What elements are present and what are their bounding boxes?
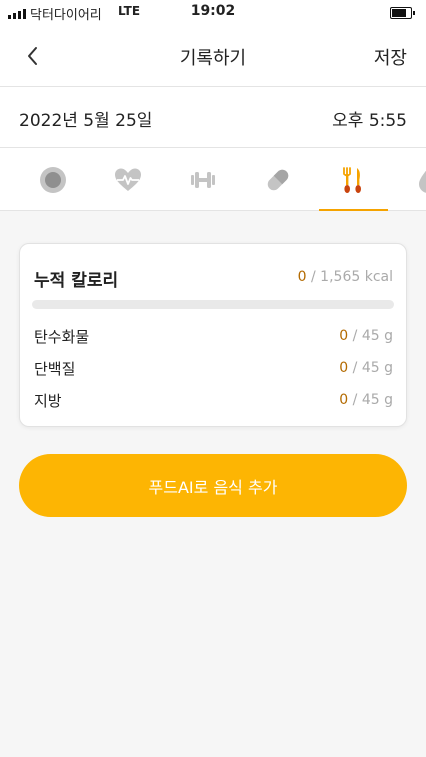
record-date[interactable]: 2022년 5월 25일 — [19, 106, 152, 131]
nutrient-row-fat: 지방 0 / 45 g — [34, 390, 393, 410]
page-title: 기록하기 — [179, 48, 247, 69]
nutrient-row-carbs: 탄수화물 0 / 45 g — [34, 326, 393, 346]
tab-circle[interactable] — [33, 160, 73, 200]
category-tabs — [0, 148, 426, 211]
nutrient-current: 0 — [339, 392, 349, 408]
add-food-ai-button[interactable]: 푸드AI로 음식 추가 — [19, 454, 407, 517]
nutrient-row-protein: 단백질 0 / 45 g — [34, 358, 393, 378]
calorie-summary-card: 누적 칼로리 0 / 1,565 kcal 탄수화물 0 / 45 g 단백질 … — [19, 243, 407, 427]
calorie-total: / 1,565 kcal — [311, 269, 393, 285]
fork-knife-icon — [343, 167, 361, 193]
calorie-title: 누적 칼로리 — [34, 271, 119, 291]
pill-icon — [267, 169, 289, 191]
calorie-current: 0 — [297, 269, 307, 285]
nutrient-value: 0 / 45 g — [339, 328, 393, 344]
nutrient-value: 0 / 45 g — [339, 392, 393, 408]
dumbbell-icon — [191, 172, 215, 188]
nutrient-label: 탄수화물 — [34, 328, 90, 346]
nutrient-current: 0 — [339, 360, 349, 376]
heart-pulse-icon — [115, 168, 141, 191]
nutrient-total: / 45 g — [352, 360, 393, 376]
record-time[interactable]: 오후 5:55 — [332, 106, 407, 131]
droplet-icon — [419, 170, 426, 193]
status-time: 19:02 — [190, 3, 236, 19]
nutrient-total: / 45 g — [352, 392, 393, 408]
calorie-progress-bar — [32, 300, 394, 309]
nav-bar: 기록하기 저장 — [0, 26, 426, 87]
tab-heart[interactable] — [108, 160, 148, 200]
battery-icon — [390, 7, 415, 19]
nutrient-label: 단백질 — [34, 360, 76, 378]
calorie-value: 0 / 1,565 kcal — [298, 269, 393, 285]
tab-medicine[interactable] — [258, 160, 298, 200]
status-bar: 닥터다이어리 LTE 19:02 — [0, 0, 426, 26]
save-button[interactable]: 저장 — [374, 44, 407, 70]
active-tab-indicator — [319, 209, 388, 211]
tab-exercise[interactable] — [183, 160, 223, 200]
tab-water[interactable] — [408, 160, 426, 200]
circle-icon — [40, 167, 66, 193]
nutrient-current: 0 — [339, 328, 349, 344]
nutrient-total: / 45 g — [352, 328, 393, 344]
datetime-row: 2022년 5월 25일 오후 5:55 — [0, 87, 426, 148]
nutrient-value: 0 / 45 g — [339, 360, 393, 376]
nutrient-label: 지방 — [34, 392, 62, 410]
tab-food[interactable] — [333, 160, 373, 200]
